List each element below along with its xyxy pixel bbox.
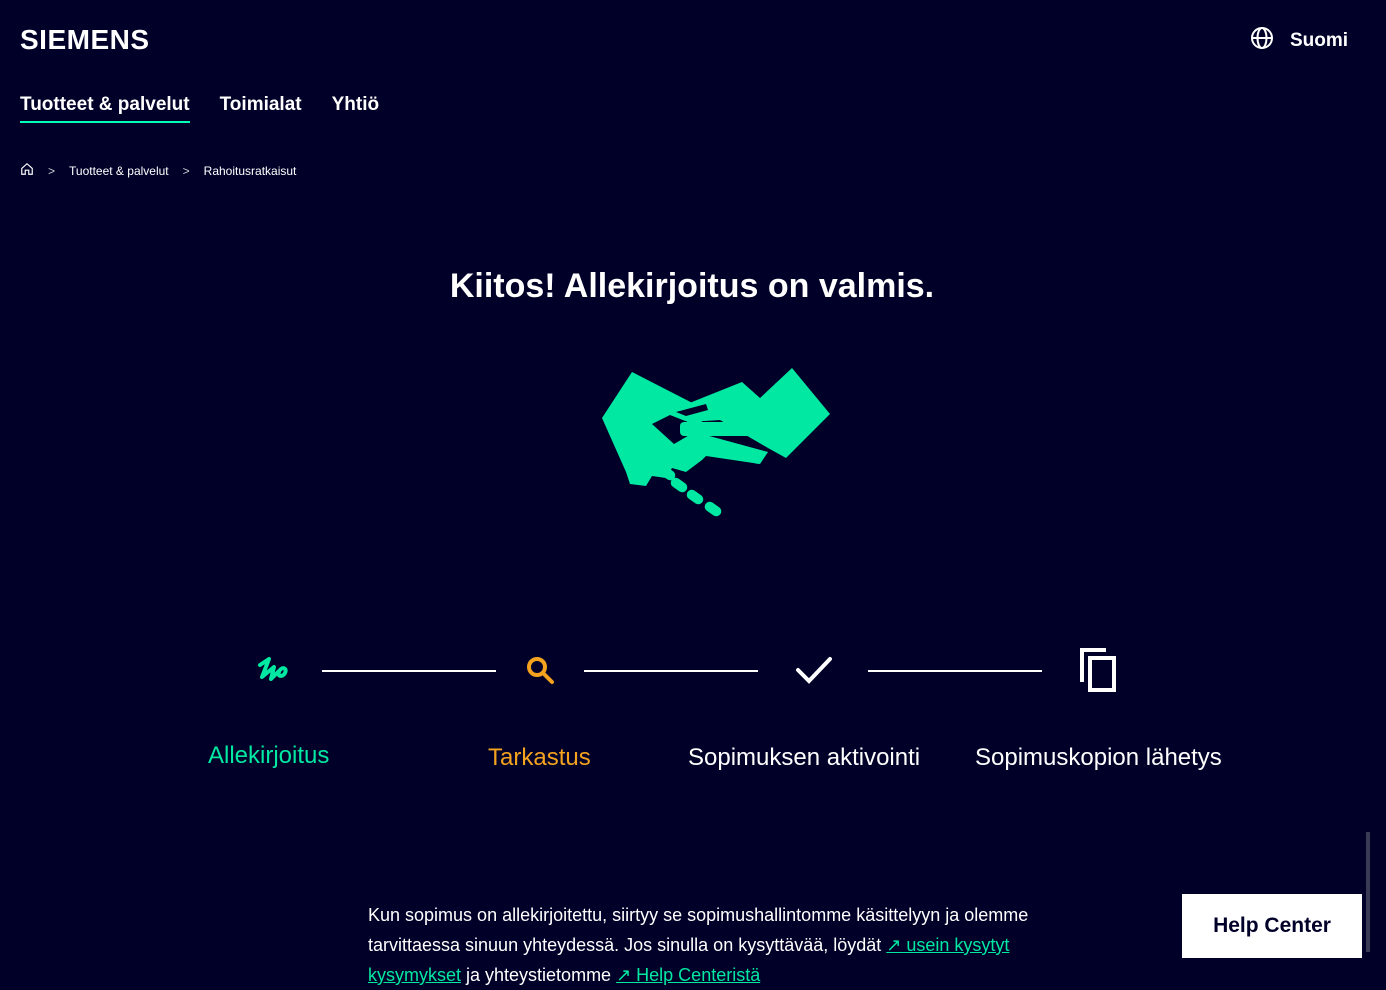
language-label: Suomi — [1289, 30, 1348, 51]
breadcrumb-item-financing: Rahoitusratkaisut — [203, 163, 297, 178]
breadcrumb-item-products[interactable]: Tuotteet & palvelut — [69, 164, 169, 178]
scrollbar[interactable] — [1366, 832, 1370, 952]
help-center-button[interactable]: Help Center — [1182, 894, 1362, 958]
globe-icon — [1250, 26, 1274, 56]
signature-icon — [252, 648, 296, 692]
step-connector — [584, 670, 758, 672]
breadcrumb: > Tuotteet & palvelut > Rahoitusratkaisu… — [20, 162, 296, 179]
handshake-icon — [590, 360, 840, 530]
nav-item-company[interactable]: Yhtiö — [332, 94, 380, 123]
step-connector — [322, 670, 496, 672]
breadcrumb-separator: > — [182, 163, 190, 178]
main-nav: Tuotteet & palvelut Toimialat Yhtiö — [20, 94, 379, 123]
breadcrumb-separator: > — [48, 163, 56, 178]
progress-steps: Allekirjoitus Tarkastus Sopimuksen aktiv… — [6, 648, 1378, 798]
check-icon — [792, 648, 836, 692]
step-label-signature: Allekirjoitus — [208, 742, 330, 769]
page-frame: SIEMENS Suomi Tuotteet & palvelut Toimia… — [6, 8, 1378, 985]
page-title: Kiitos! Allekirjoitus on valmis. — [449, 266, 935, 305]
info-text: Kun sopimus on allekirjoitettu, siirtyy … — [368, 900, 1088, 990]
step-label-review: Tarkastus — [488, 744, 591, 771]
step-label-copy-delivery: Sopimuskopion lähetys — [975, 744, 1222, 771]
step-label-activation: Sopimuksen aktivointi — [688, 744, 921, 771]
search-icon — [518, 648, 562, 692]
nav-item-industries[interactable]: Toimialat — [220, 94, 302, 123]
siemens-logo[interactable]: SIEMENS — [20, 24, 150, 56]
info-text-part2: ja yhteystietomme — [461, 965, 617, 985]
nav-item-products[interactable]: Tuotteet & palvelut — [20, 94, 190, 123]
help-center-link[interactable]: ↗ Help Centeristä — [616, 965, 760, 985]
language-selector[interactable]: Suomi — [1250, 26, 1348, 56]
copy-icon — [1076, 648, 1120, 692]
step-connector — [868, 670, 1042, 672]
home-icon[interactable] — [20, 162, 34, 179]
